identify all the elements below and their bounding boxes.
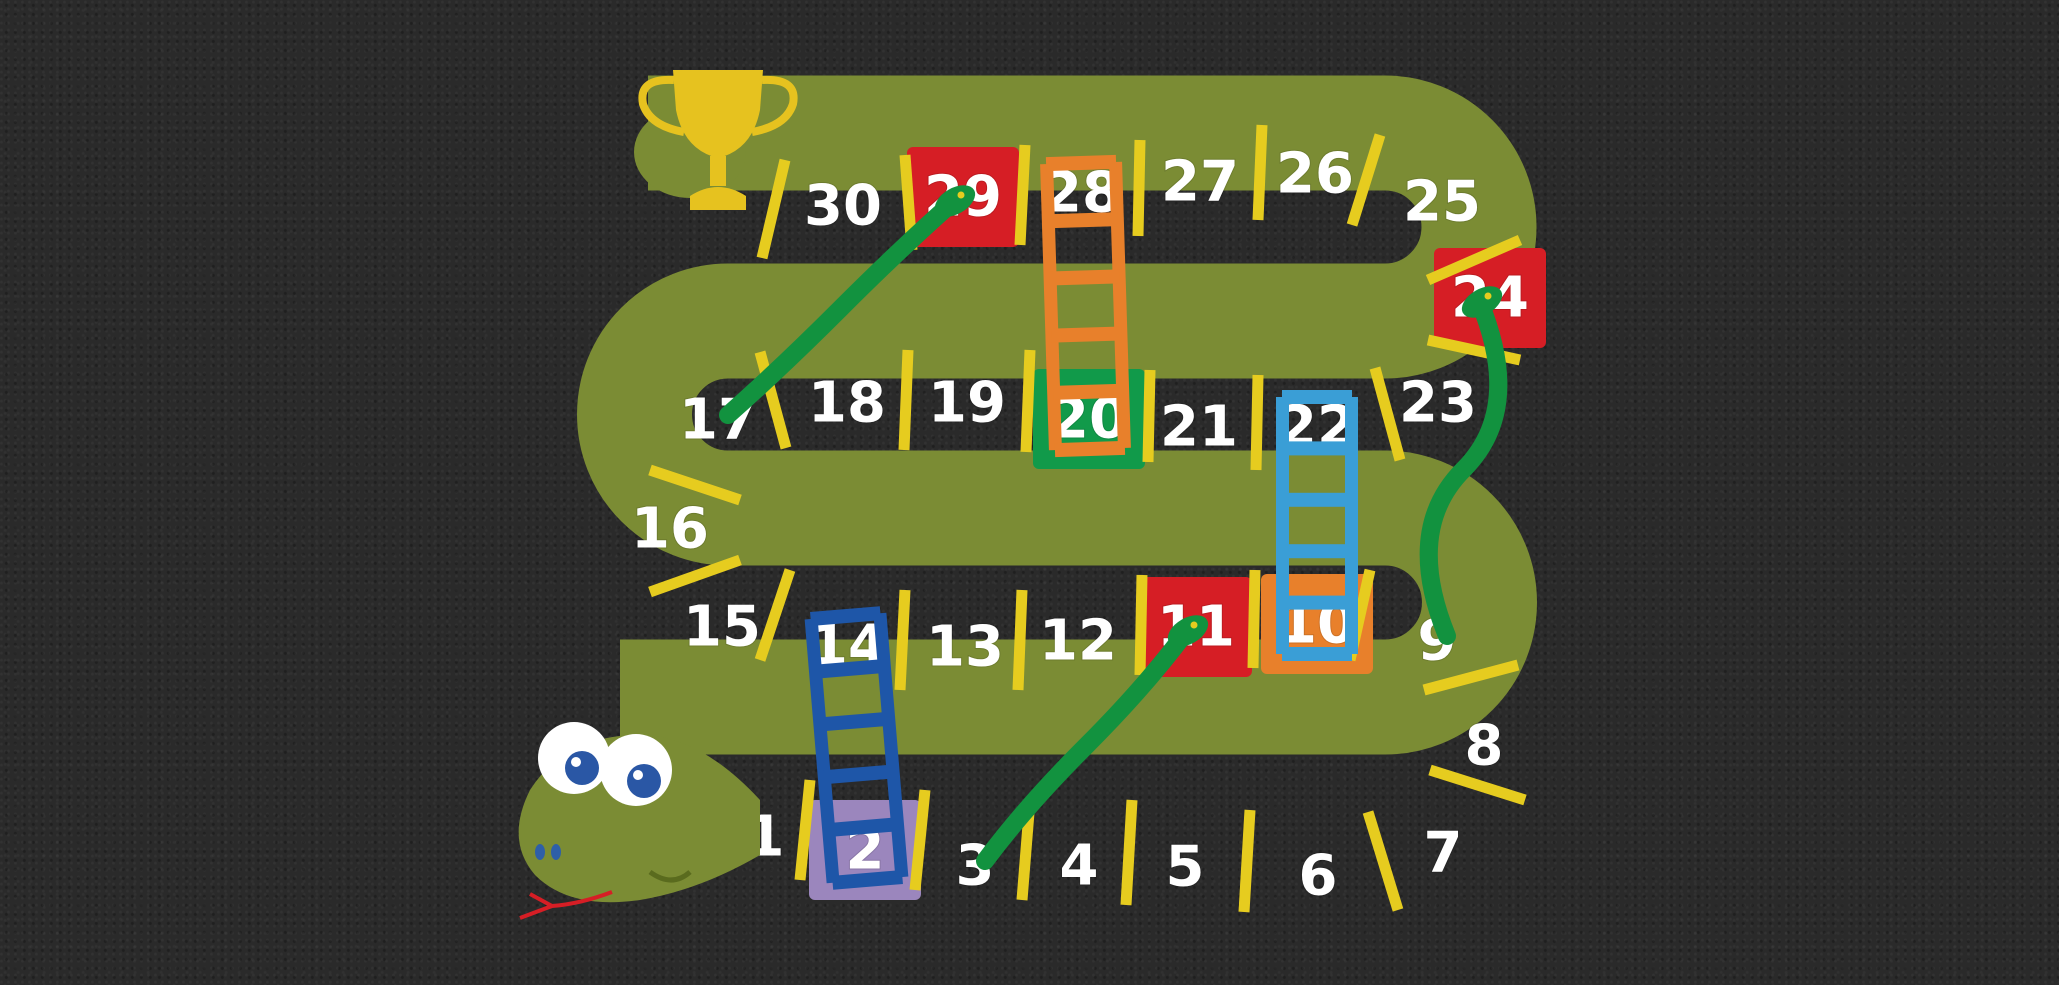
square-divider [1142,369,1156,463]
square-number: 25 [1403,170,1481,235]
square-number: 19 [928,371,1006,436]
square-number: 16 [631,497,709,562]
square-number: 26 [1276,142,1354,207]
square-divider [648,554,742,598]
square-divider [1120,799,1138,906]
square-divider [1362,810,1404,912]
square-divider [1238,809,1256,913]
square-divider [1014,144,1031,246]
square-divider [1020,349,1036,453]
square-number: 6 [1299,844,1338,909]
square-number: 4 [1060,834,1099,899]
square-number: 30 [804,174,882,239]
square-number: 15 [683,595,761,660]
square-divider [894,589,911,691]
square-divider [1134,574,1148,676]
snake-tongue [519,890,613,920]
square-divider [1250,374,1264,471]
square-number: 23 [1399,371,1477,436]
square-divider [1132,139,1146,237]
square-number: 21 [1160,395,1238,460]
square-divider [1012,589,1028,691]
snakes-and-ladders-board: 1234567891011121314151617181920212223242… [518,70,1546,920]
square-divider [1252,124,1268,221]
square-number: 7 [1424,821,1463,886]
square-number: 27 [1161,150,1239,215]
square-number: 8 [1465,714,1504,779]
square-number: 5 [1166,835,1205,900]
square-divider [1369,366,1406,462]
square-number: 12 [1039,609,1117,674]
square-divider [1247,569,1261,669]
square-number: 13 [926,615,1004,680]
square-divider [794,779,816,881]
square-divider [898,349,914,451]
square-number: 18 [808,371,886,436]
